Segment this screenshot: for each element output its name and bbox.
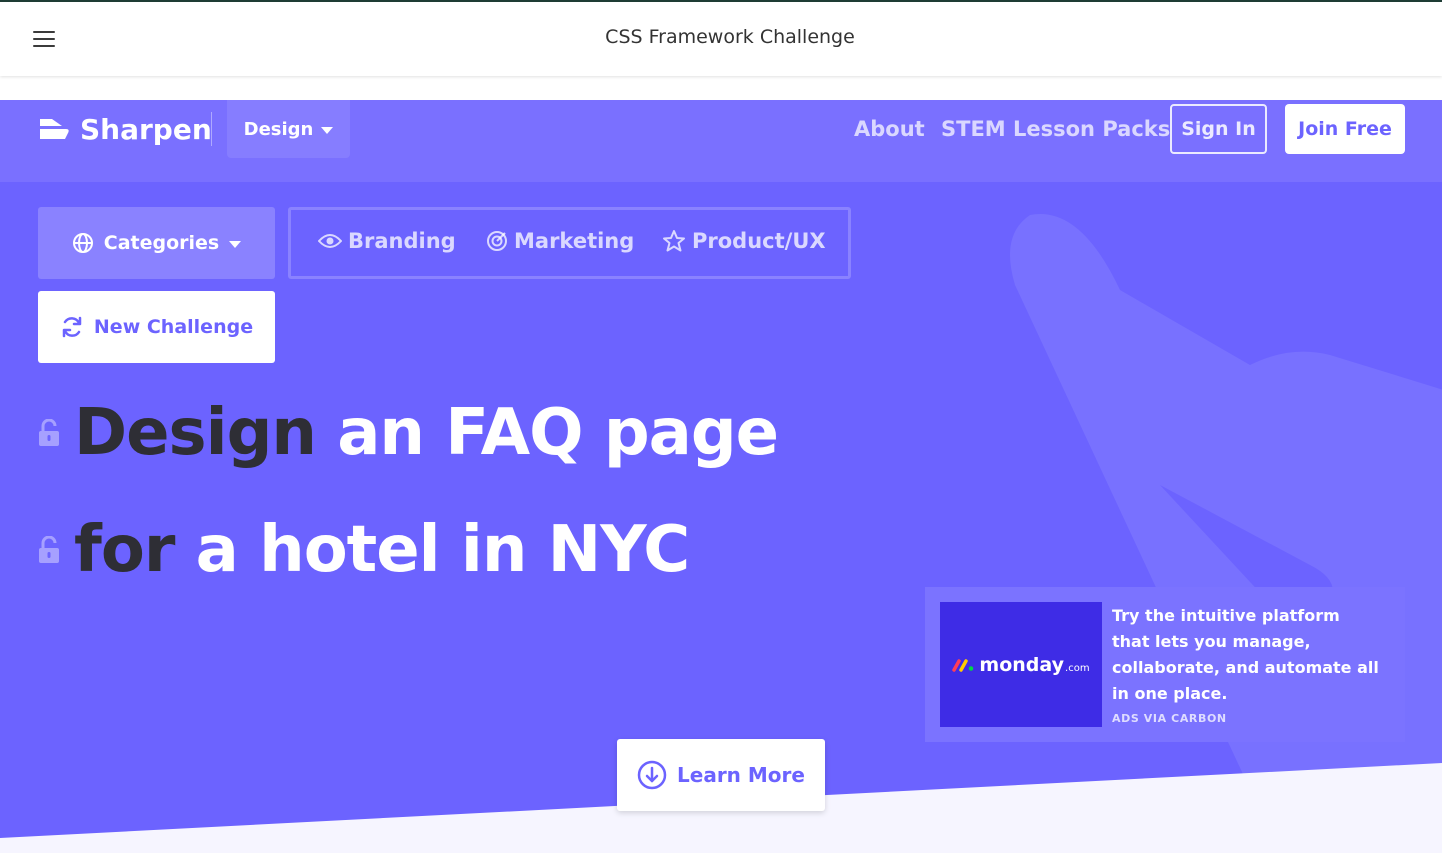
headline-rest: a hotel in NYC	[174, 513, 691, 587]
categories-dropdown[interactable]: Categories	[38, 207, 275, 279]
headline-text-2: for a hotel in NYC	[74, 518, 690, 582]
tag-label: Branding	[348, 229, 456, 253]
design-dropdown-label: Design	[243, 118, 314, 140]
sharpen-logo-icon	[40, 119, 69, 139]
monday-logo-icon	[952, 658, 974, 672]
globe-icon	[72, 233, 93, 253]
caret-down-icon	[321, 126, 334, 134]
design-dropdown[interactable]: Design	[227, 100, 350, 158]
nav-link-about[interactable]: About	[854, 117, 925, 141]
ad-image[interactable]: monday .com	[940, 602, 1102, 727]
caret-down-icon	[229, 240, 242, 248]
tag-label: Marketing	[514, 229, 635, 253]
tag-marketing[interactable]: Marketing	[486, 229, 634, 253]
headline-line-2: for a hotel in NYC	[38, 518, 690, 582]
tag-product-ux[interactable]: Product/UX	[662, 229, 826, 253]
learn-more-button[interactable]: Learn More	[617, 739, 825, 811]
learn-more-label: Learn More	[677, 763, 805, 787]
divider	[211, 112, 212, 146]
ad-brand-name: monday	[979, 653, 1065, 676]
nav-link-stem-lesson-packs[interactable]: STEM Lesson Packs	[941, 117, 1170, 141]
background-logo-mark	[1010, 213, 1442, 853]
headline-keyword: Design	[74, 396, 317, 470]
headline-keyword: for	[74, 513, 175, 587]
site-navbar: Sharpen Design About STEM Lesson Packs S…	[0, 100, 1442, 182]
unlock-icon[interactable]	[38, 419, 60, 447]
ad-text[interactable]: Try the intuitive platform that lets you…	[1112, 603, 1382, 707]
star-icon	[663, 230, 685, 252]
headline-rest: an FAQ page	[315, 396, 779, 470]
carbon-ad: monday .com Try the intuitive platform th…	[925, 587, 1405, 742]
headline-text-1: Design an FAQ page	[74, 401, 779, 465]
categories-label: Categories	[103, 232, 220, 254]
eye-icon	[318, 234, 342, 248]
app-bar: CSS Framework Challenge	[0, 2, 1442, 76]
ads-via-carbon-link[interactable]: ADS VIA CARBON	[1112, 712, 1227, 725]
tag-label: Product/UX	[692, 229, 826, 253]
sign-in-button[interactable]: Sign In	[1170, 104, 1267, 154]
ad-brand-suffix: .com	[1065, 662, 1090, 674]
app-title: CSS Framework Challenge	[605, 26, 855, 48]
new-challenge-button[interactable]: New Challenge	[38, 291, 275, 363]
headline-line-1: Design an FAQ page	[38, 401, 779, 465]
new-challenge-label: New Challenge	[93, 316, 254, 338]
arrow-down-circle-icon	[637, 760, 667, 790]
join-free-button[interactable]: Join Free	[1285, 104, 1405, 154]
refresh-icon	[62, 316, 82, 338]
tag-group: Branding Marketing Product/UX	[288, 207, 851, 279]
ad-brand: monday .com	[979, 654, 1089, 676]
brand-logo[interactable]: Sharpen	[38, 112, 212, 146]
tag-branding[interactable]: Branding	[318, 229, 456, 253]
target-icon	[487, 231, 507, 251]
brand-name: Sharpen	[80, 112, 212, 146]
unlock-icon[interactable]	[38, 536, 60, 564]
